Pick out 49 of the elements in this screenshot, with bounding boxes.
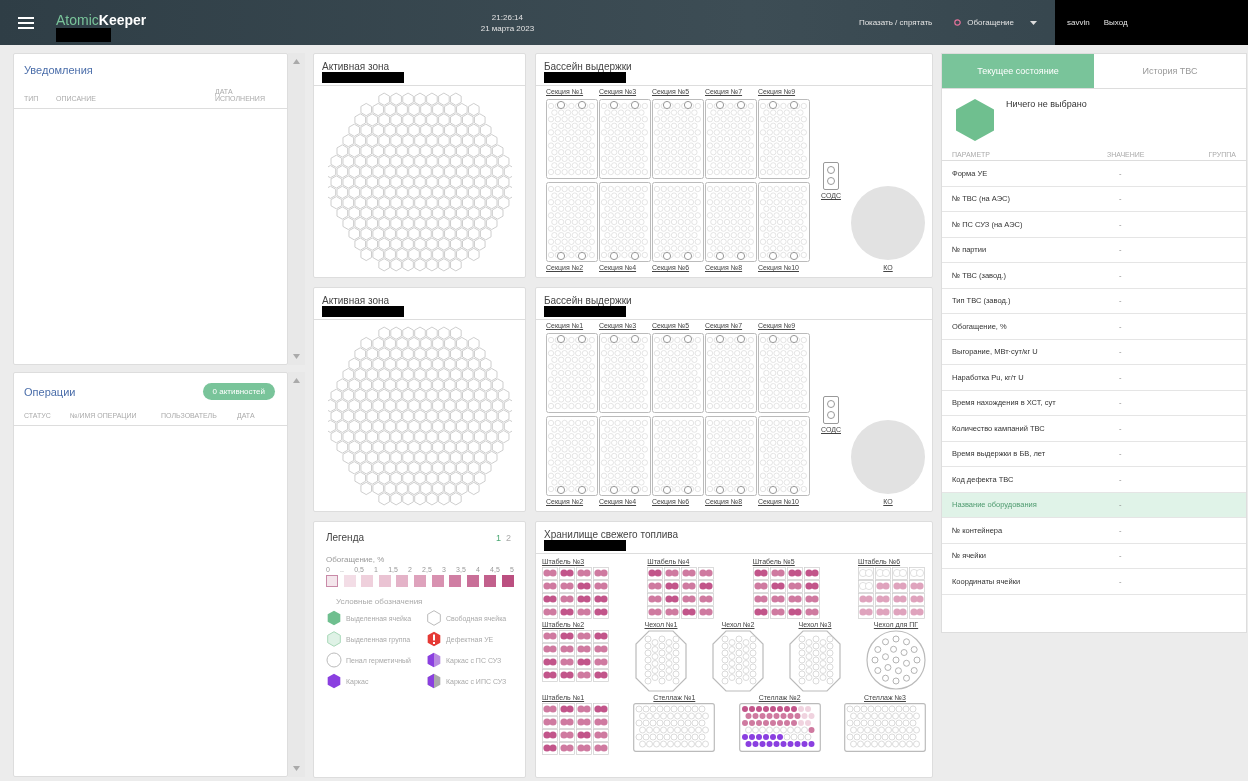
- ring-icon: [954, 19, 962, 26]
- panel-title: Активная зона: [322, 61, 390, 72]
- toggle-link[interactable]: Показать / спрятать: [858, 18, 933, 27]
- panel-title: Операции: [24, 385, 76, 398]
- frame-icon: [326, 673, 342, 689]
- logout-link[interactable]: Выход: [1103, 18, 1128, 27]
- stack-drawing: [647, 567, 716, 619]
- hexagon-icon: [956, 99, 994, 141]
- scroll-up-icon[interactable]: [293, 59, 300, 64]
- brand-logo: AtomicKeeper: [56, 11, 147, 28]
- panel-title: Хранилище свежего топлива: [544, 529, 679, 540]
- stack-drawing: [542, 567, 610, 619]
- panel-title: Активная зона: [322, 295, 390, 306]
- free-cell-icon: [426, 610, 442, 626]
- stack-drawing: [858, 567, 926, 619]
- frame-ps-icon: [426, 652, 442, 668]
- scale-title: Обогащение, %: [326, 555, 386, 564]
- menu-icon: [18, 15, 34, 30]
- filter-dropdown[interactable]: Обогащение: [948, 17, 1043, 28]
- round-case-drawing: [866, 630, 926, 690]
- sods-drawing: [823, 396, 839, 424]
- sods-drawing: [823, 162, 839, 190]
- scroll-down-icon[interactable]: [293, 354, 300, 359]
- frame-ips-icon: [426, 673, 442, 689]
- caret-icon: [1030, 20, 1037, 25]
- defect-icon: [426, 631, 442, 647]
- menu-button[interactable]: [18, 15, 34, 30]
- stack-drawing: [752, 567, 821, 619]
- sealed-case-icon: [326, 652, 342, 668]
- stack-drawing: [542, 630, 610, 682]
- panel-title: Бассейн выдержки: [544, 61, 632, 72]
- case-drawing: [635, 630, 687, 692]
- empty-state-text: Ничего не выбрано: [1006, 99, 1087, 111]
- redaction-bar: [56, 27, 111, 42]
- panel-title: Уведомления: [24, 64, 93, 76]
- scroll-down-icon[interactable]: [293, 766, 300, 771]
- scroll-up-icon[interactable]: [293, 378, 300, 383]
- user-name[interactable]: savvin: [1067, 18, 1090, 27]
- panel-title: Бассейн выдержки: [544, 295, 632, 306]
- clock-time: 21:26:14: [491, 11, 523, 23]
- symbols-title: Условные обозначения: [336, 597, 424, 606]
- selected-cell-icon: [326, 610, 342, 626]
- selected-group-icon: [326, 631, 342, 647]
- case-drawing: [712, 630, 764, 692]
- panel-title: Легенда: [326, 532, 365, 543]
- stack-drawing: [542, 703, 610, 755]
- activity-badge: 0 активностей: [202, 383, 275, 400]
- clock-date: 21 марта 2023: [480, 22, 535, 34]
- case-drawing: [789, 630, 841, 692]
